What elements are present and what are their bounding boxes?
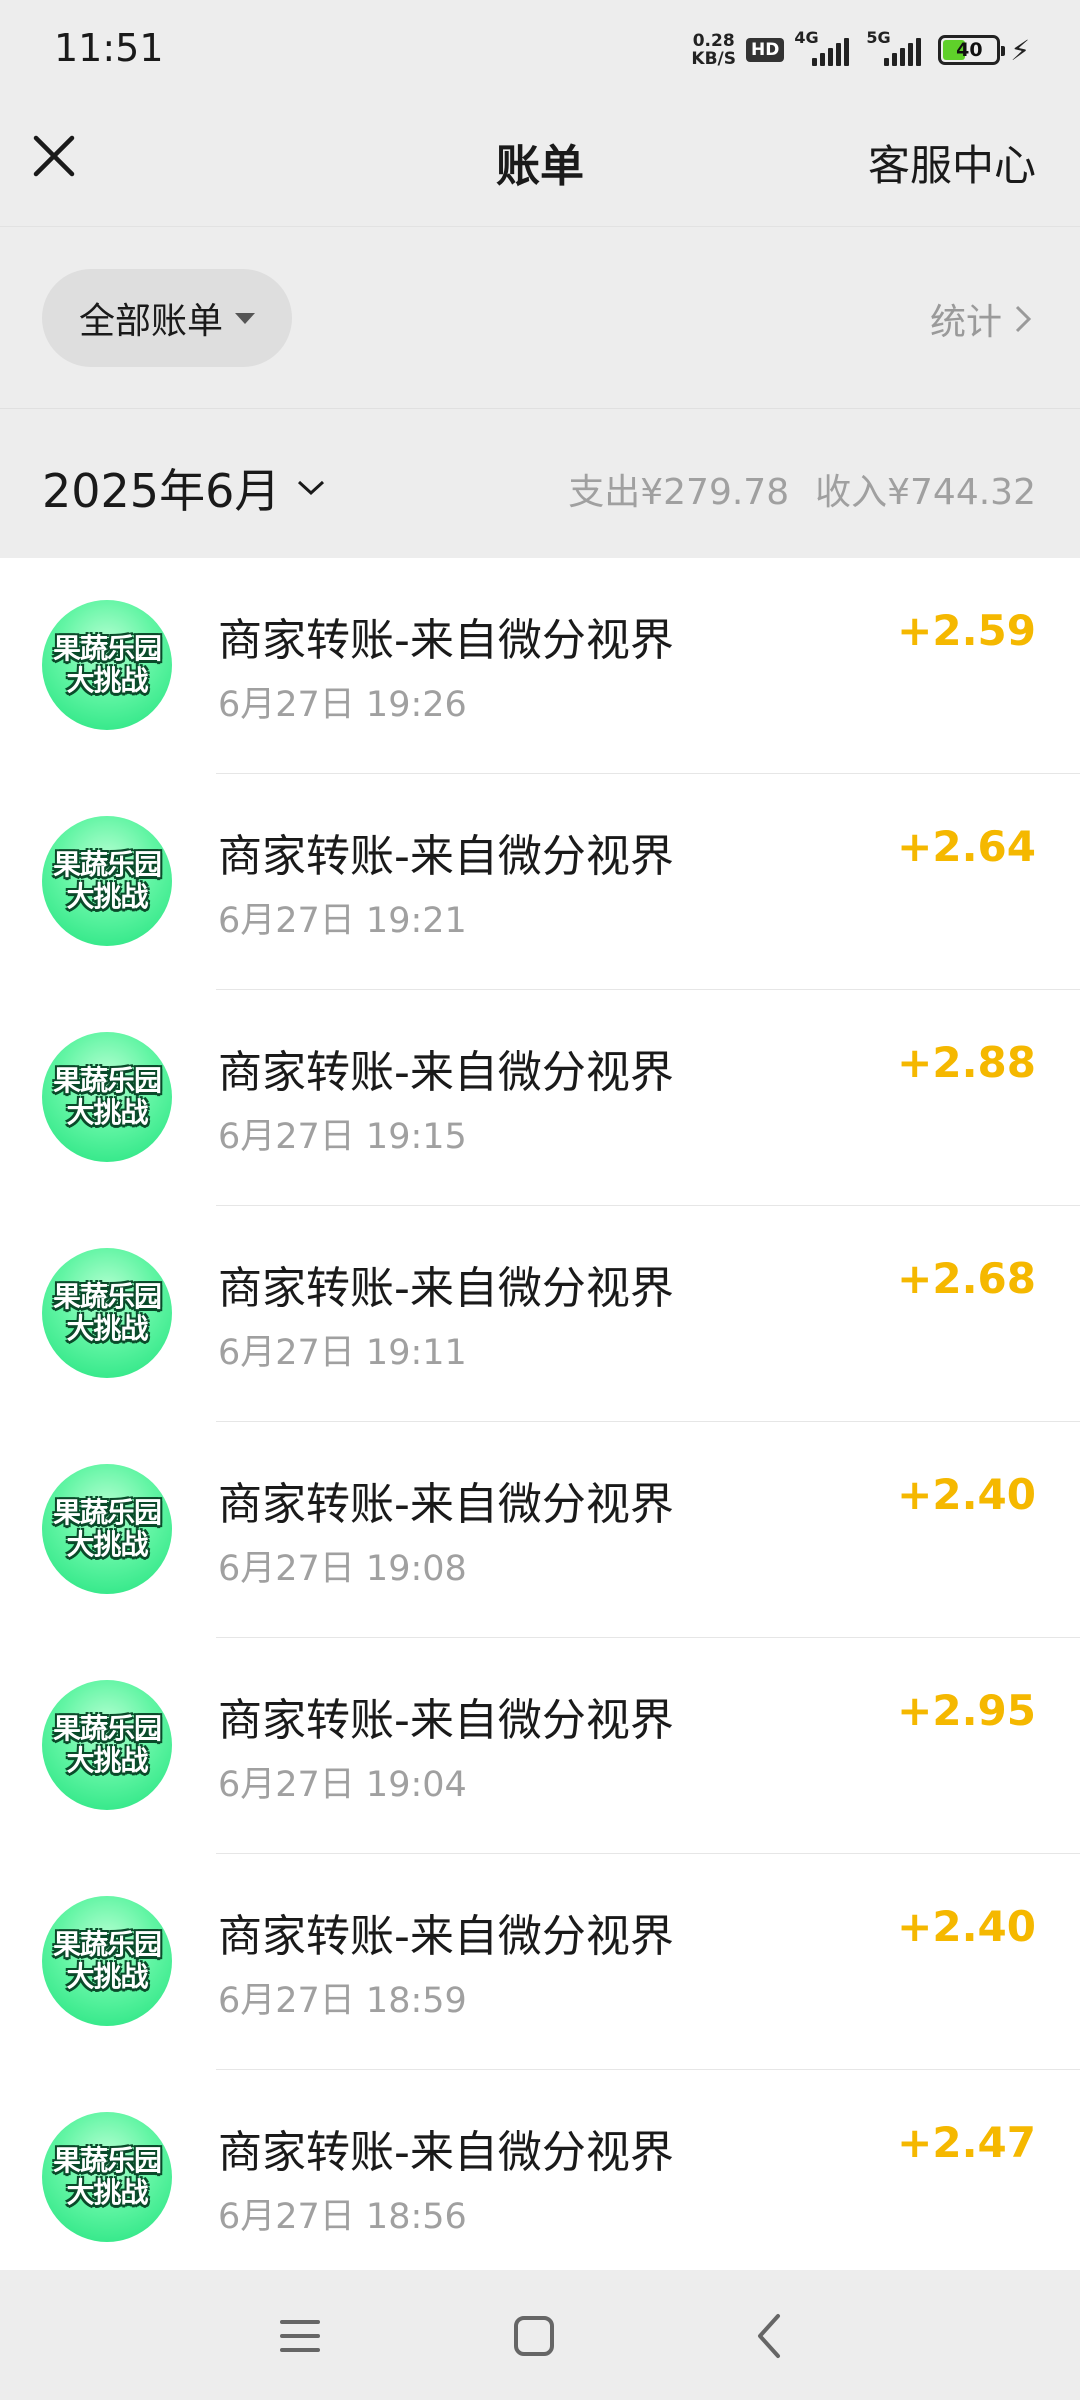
- nav-back-button[interactable]: [744, 2310, 796, 2362]
- bill-title: 商家转账-来自微分视界: [218, 1911, 674, 1962]
- status-icons: 0.28 KB/S HD 4G 5G 40 ⚡: [691, 28, 1030, 72]
- bill-time: 6月27日 19:11: [218, 1333, 467, 1373]
- merchant-avatar: 果蔬乐园 大挑战: [42, 1032, 172, 1162]
- bill-title: 商家转账-来自微分视界: [218, 1263, 674, 1314]
- back-icon: [758, 2314, 780, 2358]
- avatar-text-line2: 大挑战: [66, 2176, 148, 2209]
- bill-item[interactable]: 果蔬乐园 大挑战 商家转账-来自微分视界 6月27日 19:08 +2.40: [0, 1422, 1080, 1638]
- signal-4g-label: 4G: [794, 28, 819, 47]
- bill-time: 6月27日 19:08: [218, 1549, 467, 1589]
- avatar-text-line1: 果蔬乐园: [52, 1928, 162, 1961]
- charging-icon: ⚡: [1010, 33, 1030, 67]
- avatar-text-line2: 大挑战: [66, 880, 148, 913]
- network-speed-unit: KB/S: [691, 49, 736, 69]
- bill-list: 果蔬乐园 大挑战 商家转账-来自微分视界 6月27日 19:26 +2.59 果…: [0, 558, 1080, 2270]
- avatar-text-line1: 果蔬乐园: [52, 2144, 162, 2177]
- merchant-avatar: 果蔬乐园 大挑战: [42, 600, 172, 730]
- hd-badge: HD: [745, 38, 785, 62]
- bill-amount: +2.47: [897, 2118, 1036, 2167]
- month-totals: 支出¥279.78 收入¥744.32: [568, 463, 1036, 515]
- merchant-avatar: 果蔬乐园 大挑战: [42, 816, 172, 946]
- customer-service-link[interactable]: 客服中心: [868, 132, 1036, 193]
- signal-5g-label: 5G: [866, 28, 891, 47]
- avatar-text-line1: 果蔬乐园: [52, 632, 162, 665]
- bill-time: 6月27日 19:04: [218, 1765, 467, 1805]
- month-income: 收入¥744.32: [815, 472, 1036, 513]
- month-expense: 支出¥279.78: [568, 472, 790, 513]
- bill-filter-dropdown[interactable]: 全部账单: [42, 269, 292, 367]
- bill-title: 商家转账-来自微分视界: [218, 615, 674, 666]
- battery-level: 40: [956, 39, 983, 61]
- avatar-text-line2: 大挑战: [66, 1744, 148, 1777]
- bill-time: 6月27日 18:56: [218, 2197, 467, 2237]
- bill-filter-label: 全部账单: [78, 301, 223, 342]
- bill-item[interactable]: 果蔬乐园 大挑战 商家转账-来自微分视界 6月27日 19:04 +2.95: [0, 1638, 1080, 1854]
- avatar-text-line1: 果蔬乐园: [52, 1712, 162, 1745]
- avatar-text-line1: 果蔬乐园: [52, 1496, 162, 1529]
- network-speed-value: 0.28: [692, 31, 735, 51]
- bill-amount: +2.68: [897, 1254, 1036, 1303]
- bill-time: 6月27日 19:15: [218, 1117, 467, 1157]
- statistics-label: 统计: [929, 302, 1002, 343]
- merchant-avatar: 果蔬乐园 大挑战: [42, 1896, 172, 2026]
- status-bar: 11:51 0.28 KB/S HD 4G 5G 40 ⚡: [0, 0, 1080, 100]
- bill-amount: +2.40: [897, 1470, 1036, 1519]
- bill-title: 商家转账-来自微分视界: [218, 2127, 674, 2178]
- bill-item[interactable]: 果蔬乐园 大挑战 商家转账-来自微分视界 6月27日 19:11 +2.68: [0, 1206, 1080, 1422]
- bill-amount: +2.95: [897, 1686, 1036, 1735]
- network-speed: 0.28 KB/S: [691, 32, 736, 68]
- home-square-icon: [514, 2316, 554, 2356]
- bill-amount: +2.88: [897, 1038, 1036, 1087]
- merchant-avatar: 果蔬乐园 大挑战: [42, 1680, 172, 1810]
- month-label: 2025年6月: [42, 464, 281, 518]
- avatar-text-line2: 大挑战: [66, 1528, 148, 1561]
- month-summary-row: 2025年6月 支出¥279.78 收入¥744.32: [0, 408, 1080, 558]
- avatar-text-line2: 大挑战: [66, 1960, 148, 1993]
- bill-item[interactable]: 果蔬乐园 大挑战 商家转账-来自微分视界 6月27日 18:56 +2.47: [0, 2070, 1080, 2270]
- avatar-text-line2: 大挑战: [66, 1096, 148, 1129]
- bill-amount: +2.40: [897, 1902, 1036, 1951]
- bill-time: 6月27日 18:59: [218, 1981, 467, 2021]
- bill-time: 6月27日 19:21: [218, 901, 467, 941]
- bill-amount: +2.64: [897, 822, 1036, 871]
- signal-4g-icon: 4G: [794, 28, 856, 66]
- nav-home-button[interactable]: [508, 2310, 560, 2362]
- system-nav-bar: [0, 2270, 1080, 2400]
- bill-item[interactable]: 果蔬乐园 大挑战 商家转账-来自微分视界 6月27日 19:21 +2.64: [0, 774, 1080, 990]
- bill-item[interactable]: 果蔬乐园 大挑战 商家转账-来自微分视界 6月27日 19:15 +2.88: [0, 990, 1080, 1206]
- avatar-text-line1: 果蔬乐园: [52, 1280, 162, 1313]
- bill-title: 商家转账-来自微分视界: [218, 831, 674, 882]
- signal-5g-icon: 5G: [866, 28, 928, 66]
- avatar-text-line1: 果蔬乐园: [52, 848, 162, 881]
- bill-amount: +2.59: [897, 606, 1036, 655]
- bill-time: 6月27日 19:26: [218, 685, 467, 725]
- month-selector[interactable]: 2025年6月: [42, 455, 326, 521]
- bill-item[interactable]: 果蔬乐园 大挑战 商家转账-来自微分视界 6月27日 18:59 +2.40: [0, 1854, 1080, 2070]
- filter-row: 全部账单 统计: [0, 226, 1080, 408]
- caret-down-icon: [235, 312, 255, 324]
- merchant-avatar: 果蔬乐园 大挑战: [42, 2112, 172, 2242]
- bill-title: 商家转账-来自微分视界: [218, 1479, 674, 1530]
- status-time: 11:51: [54, 26, 164, 70]
- top-nav: 账单 客服中心: [0, 100, 1080, 226]
- statistics-link[interactable]: 统计: [930, 293, 1032, 345]
- bill-title: 商家转账-来自微分视界: [218, 1047, 674, 1098]
- nav-menu-button[interactable]: [274, 2310, 326, 2362]
- merchant-avatar: 果蔬乐园 大挑战: [42, 1464, 172, 1594]
- battery-icon: 40: [938, 35, 1006, 65]
- menu-icon: [280, 2320, 320, 2352]
- avatar-text-line2: 大挑战: [66, 664, 148, 697]
- bill-item[interactable]: 果蔬乐园 大挑战 商家转账-来自微分视界 6月27日 19:26 +2.59: [0, 558, 1080, 774]
- chevron-down-icon: [298, 480, 325, 496]
- bill-title: 商家转账-来自微分视界: [218, 1695, 674, 1746]
- merchant-avatar: 果蔬乐园 大挑战: [42, 1248, 172, 1378]
- avatar-text-line2: 大挑战: [66, 1312, 148, 1345]
- chevron-right-icon: [1015, 305, 1032, 333]
- avatar-text-line1: 果蔬乐园: [52, 1064, 162, 1097]
